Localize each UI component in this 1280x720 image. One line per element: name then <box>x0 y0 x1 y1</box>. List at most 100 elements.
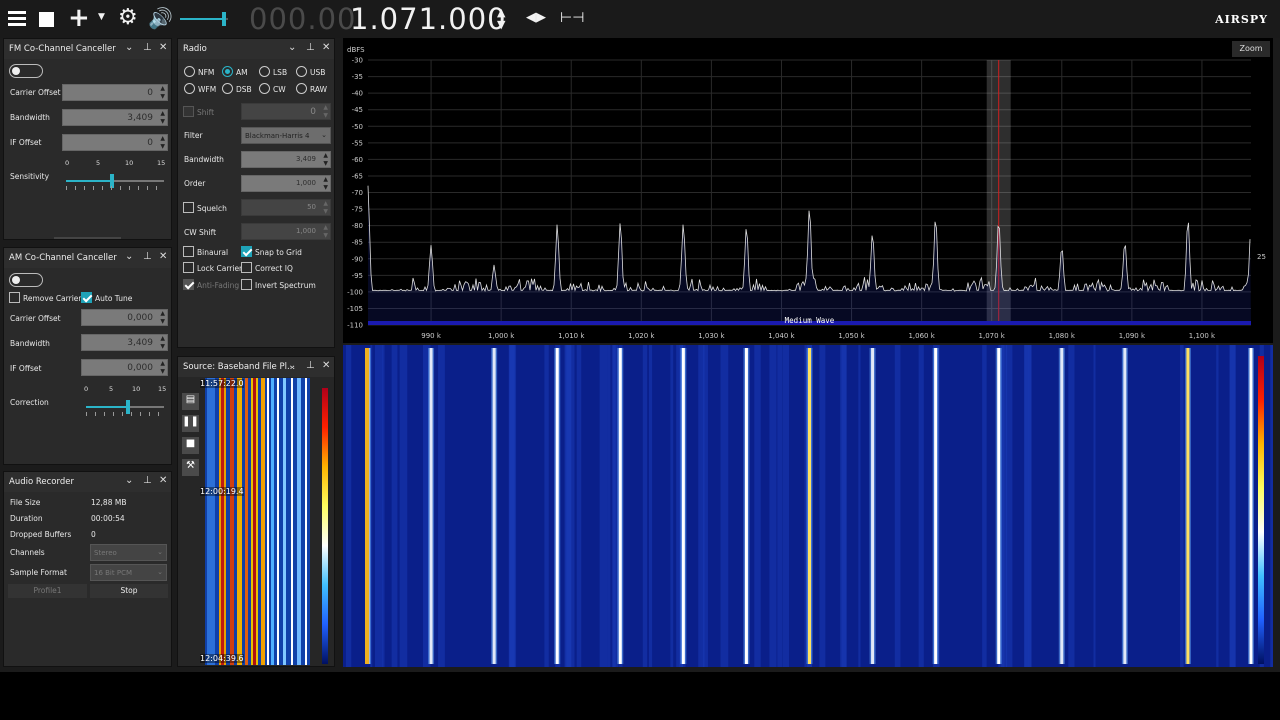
close-icon[interactable]: ✕ <box>159 251 167 262</box>
bandwidth-field[interactable]: 3,409 ▲ ▼ <box>62 109 168 126</box>
spectrum-plot: dBFS -30 -35 -40 -45 -50 -55 -60 -65 -70 -75 -80 -85… <box>347 46 1266 340</box>
enable-toggle[interactable] <box>9 273 43 287</box>
spin-arrows-icon[interactable]: ▲ ▼ <box>323 152 328 168</box>
file-size-label: File Size <box>10 498 41 507</box>
spin-arrows-icon[interactable]: ▲ ▼ <box>323 200 328 216</box>
x-tick-label: 990 k <box>421 332 442 340</box>
sensitivity-slider[interactable] <box>66 174 164 190</box>
mode-radio-cw[interactable] <box>259 83 270 94</box>
chevron-down-icon[interactable]: ⌄ <box>288 42 296 53</box>
select-value: Stereo <box>94 549 117 557</box>
spin-arrows-icon[interactable]: ▲ ▼ <box>160 110 165 126</box>
up-down-arrows-icon[interactable]: ▲ ▼ <box>497 7 505 31</box>
width-icon[interactable]: ⊢⊣ <box>560 10 584 26</box>
anti-fading-checkbox[interactable] <box>183 279 194 290</box>
mode-radio-nfm[interactable] <box>184 66 195 77</box>
tools-icon[interactable]: ⚒ <box>182 459 199 476</box>
pin-icon[interactable]: ⊥ <box>143 251 152 262</box>
pin-icon[interactable]: ⊥ <box>143 42 152 53</box>
spin-arrows-icon[interactable]: ▲ ▼ <box>160 360 165 376</box>
chevron-down-icon[interactable]: ⌄ <box>125 42 133 53</box>
spin-arrows-icon[interactable]: ▲ ▼ <box>160 335 165 351</box>
lock-carrier-checkbox[interactable] <box>183 262 194 273</box>
squelch-checkbox[interactable] <box>183 202 194 213</box>
channels-select[interactable]: Stereo ⌄ <box>90 544 167 561</box>
spin-arrows-icon[interactable]: ▲ ▼ <box>160 135 165 151</box>
carrier-line <box>555 348 559 664</box>
carrier-offset-label: Carrier Offset <box>10 314 61 323</box>
x-tick-label: 1,090 k <box>1119 332 1146 340</box>
order-field[interactable]: 1,000 ▲ ▼ <box>241 175 331 192</box>
menu-icon[interactable] <box>8 11 26 27</box>
spin-arrows-icon[interactable]: ▲ ▼ <box>160 85 165 101</box>
sample-format-select[interactable]: 16 Bit PCM ⌄ <box>90 564 167 581</box>
mode-radio-lsb[interactable] <box>259 66 270 77</box>
invert-spectrum-checkbox[interactable] <box>241 279 252 290</box>
squelch-field[interactable]: 50 ▲ ▼ <box>241 199 331 216</box>
chevron-down-icon[interactable]: ▼ <box>98 12 105 22</box>
shift-checkbox[interactable] <box>183 106 194 117</box>
noise-stripe <box>720 345 729 667</box>
correct-iq-checkbox[interactable] <box>241 262 252 273</box>
close-icon[interactable]: ✕ <box>159 42 167 53</box>
close-icon[interactable]: ✕ <box>322 42 330 53</box>
if-offset-field[interactable]: 0,000 ▲ ▼ <box>81 359 168 376</box>
spectrum-display[interactable]: Zoom dBFS -30 -35 -40 -45 -50 -55 -60 -65 -70 -75-… <box>343 38 1273 343</box>
field-value: 3,409 <box>127 338 153 348</box>
field-value: 0 <box>147 138 153 148</box>
bandwidth-label: Bandwidth <box>10 339 50 348</box>
mode-radio-am[interactable] <box>222 66 233 77</box>
mode-radio-usb[interactable] <box>296 66 307 77</box>
shift-field[interactable]: 0 ▲ ▼ <box>241 103 331 120</box>
noise-stripe <box>777 345 783 667</box>
spin-arrows-icon[interactable]: ▲ ▼ <box>323 104 328 120</box>
cw-shift-field[interactable]: 1,000 ▲ ▼ <box>241 223 331 240</box>
mode-radio-raw[interactable] <box>296 83 307 94</box>
close-icon[interactable]: ✕ <box>159 475 167 486</box>
pin-icon[interactable]: ⊥ <box>306 42 315 53</box>
volume-slider[interactable] <box>180 12 228 26</box>
y-tick-label: -45 <box>352 106 363 114</box>
pin-icon[interactable]: ⊥ <box>143 475 152 486</box>
bandwidth-field[interactable]: 3,409 ▲ ▼ <box>81 334 168 351</box>
correction-slider[interactable] <box>86 400 164 416</box>
spin-arrows-icon[interactable]: ▲ ▼ <box>323 224 328 240</box>
mode-radio-wfm[interactable] <box>184 83 195 94</box>
bandwidth-field[interactable]: 3,409 ▲ ▼ <box>241 151 331 168</box>
mode-label: RAW <box>310 85 328 94</box>
remove-carrier-checkbox[interactable] <box>9 292 20 303</box>
spin-arrows-icon[interactable]: ▲ ▼ <box>323 176 328 192</box>
if-offset-field[interactable]: 0 ▲ ▼ <box>62 134 168 151</box>
frequency-leading-zeros: 000.00 <box>249 2 357 36</box>
noise-stripe <box>613 345 616 667</box>
snap-to-grid-checkbox[interactable] <box>241 246 252 257</box>
speaker-icon[interactable]: 🔊 <box>148 6 173 30</box>
carrier-offset-field[interactable]: 0 ▲ ▼ <box>62 84 168 101</box>
carrier-offset-field[interactable]: 0,000 ▲ ▼ <box>81 309 168 326</box>
stop-icon[interactable]: ■ <box>182 437 199 454</box>
stop-icon[interactable] <box>39 12 54 27</box>
filter-select[interactable]: Blackman-Harris 4 ⌄ <box>241 127 331 144</box>
enable-toggle[interactable] <box>9 64 43 78</box>
chevron-down-icon[interactable]: ⌄ <box>125 251 133 262</box>
spin-arrows-icon[interactable]: ▲ ▼ <box>160 310 165 326</box>
stop-button[interactable]: Stop <box>90 584 168 598</box>
mode-radio-dsb[interactable] <box>222 83 233 94</box>
chevron-down-icon[interactable]: ⌄ <box>125 475 133 486</box>
auto-tune-checkbox[interactable] <box>81 292 92 303</box>
carrier-line <box>618 348 622 664</box>
pause-icon[interactable]: ❚❚ <box>182 415 199 432</box>
tick-label: 10 <box>125 159 134 167</box>
frequency-display[interactable]: 1.071.000 <box>350 2 507 36</box>
profile-button[interactable]: Profile1 <box>8 584 87 598</box>
left-right-arrows-icon[interactable]: ◀▶ <box>526 10 546 25</box>
binaural-checkbox[interactable] <box>183 246 194 257</box>
main-waterfall[interactable] <box>343 345 1273 667</box>
chevron-down-icon[interactable]: ⌄ <box>288 360 296 371</box>
close-icon[interactable]: ✕ <box>322 360 330 371</box>
pin-icon[interactable]: ⊥ <box>306 360 315 371</box>
add-icon[interactable]: + <box>68 4 90 32</box>
y-tick-label: -105 <box>347 305 363 313</box>
gear-icon[interactable]: ⚙ <box>118 5 138 30</box>
file-icon[interactable]: ▤ <box>182 393 199 410</box>
